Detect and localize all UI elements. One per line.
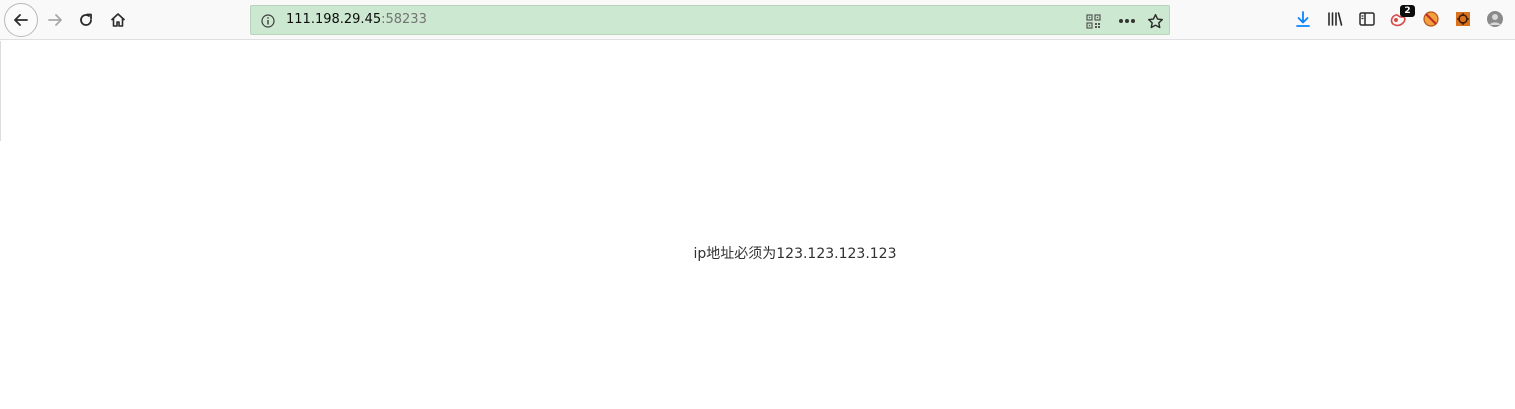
url-host: 111.198.29.45 (286, 12, 382, 27)
profile-avatar-icon[interactable] (1485, 9, 1505, 29)
download-icon[interactable] (1293, 9, 1313, 29)
left-edge-divider (0, 41, 1, 141)
qr-code-icon[interactable] (1084, 12, 1102, 30)
reload-icon (80, 13, 92, 26)
extension-badge: 2 (1400, 5, 1415, 17)
url-text[interactable]: 111.198.29.45:58233 (286, 12, 427, 27)
sidebar-icon[interactable] (1357, 9, 1377, 29)
back-button[interactable] (4, 3, 38, 37)
arrow-left-icon (14, 14, 28, 26)
arrow-right-icon (48, 14, 62, 26)
browser-toolbar: 111.198.29.45:58233 2 (0, 0, 1515, 40)
extension-square-icon[interactable] (1453, 9, 1473, 29)
url-port: :58233 (381, 12, 427, 27)
extension-round-icon[interactable] (1421, 9, 1441, 29)
forward-button[interactable] (41, 6, 69, 34)
library-icon[interactable] (1325, 9, 1345, 29)
info-icon[interactable] (260, 13, 276, 29)
url-bar[interactable]: 111.198.29.45:58233 (250, 5, 1170, 35)
page-content: ip地址必须为123.123.123.123 (0, 41, 1515, 409)
more-actions-icon[interactable] (1116, 12, 1138, 30)
home-button[interactable] (104, 6, 132, 34)
reload-button[interactable] (72, 6, 100, 34)
page-message: ip地址必须为123.123.123.123 (693, 246, 897, 262)
home-icon (110, 13, 126, 27)
bookmark-star-icon[interactable] (1145, 11, 1165, 31)
